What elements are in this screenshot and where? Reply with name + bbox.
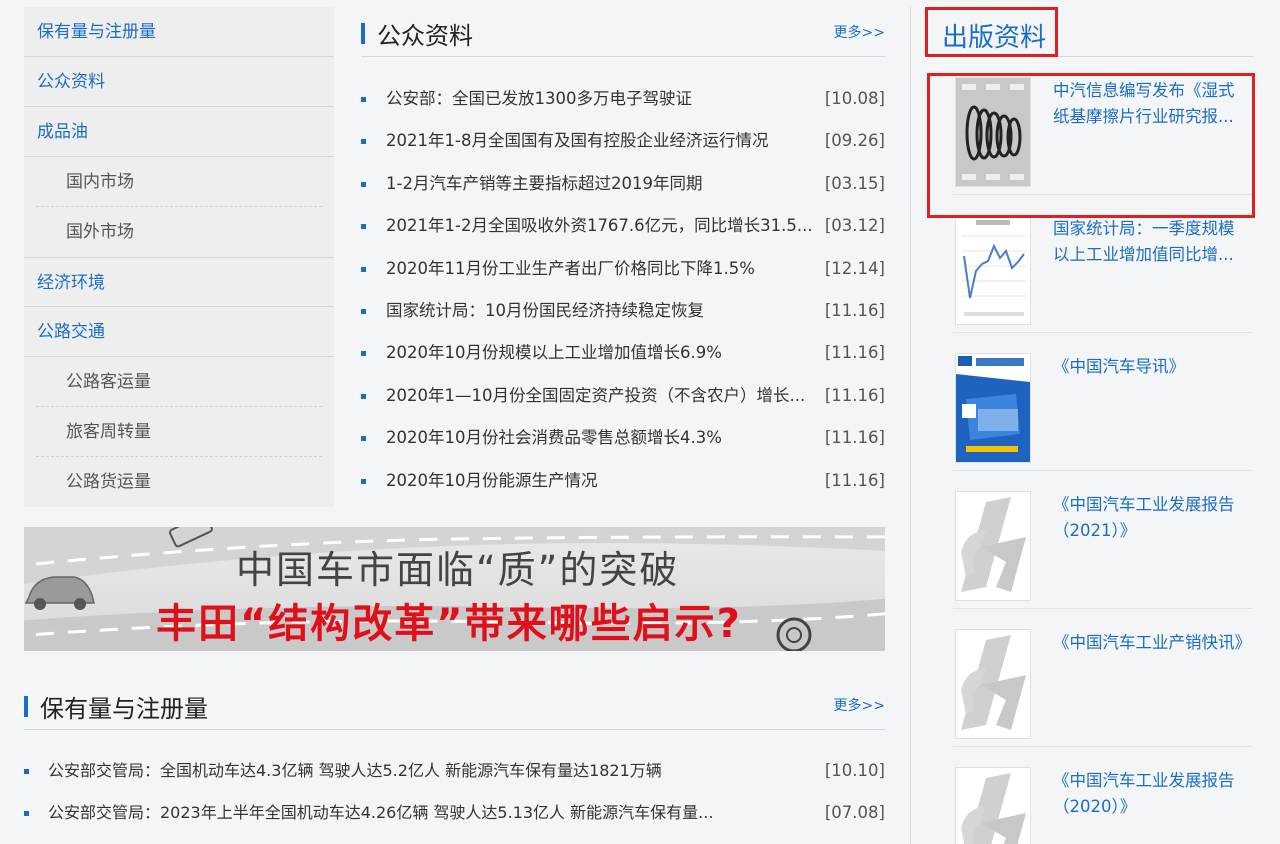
cm-logo-image[interactable]	[955, 629, 1031, 739]
news-title[interactable]: 2020年10月份规模以上工业增加值增长6.9%	[386, 332, 823, 374]
publication-title[interactable]: 《中国汽车导讯》	[1053, 354, 1247, 380]
publications-header: 出版资料	[925, 7, 1253, 57]
section-header: 保有量与注册量 更多>>	[24, 680, 885, 730]
news-title[interactable]: 2020年10月份能源生产情况	[386, 460, 823, 502]
promo-banner[interactable]: 中国车市面临“质”的突破 丰田“结构改革”带来哪些启示?	[24, 527, 885, 651]
sidebar-item-economy[interactable]: 经济环境	[24, 257, 334, 307]
publication-item[interactable]: 《中国汽车导讯》	[953, 333, 1253, 471]
news-title[interactable]: 2021年1-2月全国吸收外资1767.6亿元，同比增长31.5...	[386, 205, 823, 247]
news-item[interactable]: 公安部交管局：2023年上半年全国机动车达4.26亿辆 驾驶人达5.13亿人 新…	[24, 792, 885, 834]
bullet-icon	[361, 351, 366, 357]
news-title[interactable]: 2020年1—10月份全国固定资产投资（不含农户）增长...	[386, 375, 823, 417]
highlight-box	[927, 73, 1255, 218]
bullet-icon	[361, 266, 366, 272]
news-item[interactable]: 2020年1—10月份全国固定资产投资（不含农户）增长... [11.16]	[361, 375, 885, 417]
bullet-icon	[361, 478, 366, 484]
publication-title[interactable]: 《中国汽车工业产销快讯》	[1053, 630, 1247, 656]
news-title[interactable]: 公安部：全国已发放1300多万电子驾驶证	[386, 78, 823, 120]
publication-item[interactable]: 《中国汽车工业产销快讯》	[953, 609, 1253, 747]
news-item[interactable]: 2021年1-8月全国国有及国有控股企业经济运行情况 [09.26]	[361, 120, 885, 162]
sidebar-item-freight-volume[interactable]: 公路货运量	[36, 457, 322, 507]
bullet-icon	[361, 139, 366, 145]
bullet-icon	[361, 436, 366, 442]
sidebar-item-public-data[interactable]: 公众资料	[24, 57, 334, 107]
public-data-section: 公众资料 更多>> 公安部：全国已发放1300多万电子驾驶证 [10.08] 20…	[361, 7, 885, 502]
cm-logo-image[interactable]	[955, 767, 1031, 844]
sidebar-nav: 保有量与注册量 公众资料 成品油 国内市场 国外市场 经济环境 公路交通 公路客…	[24, 7, 334, 507]
sidebar-item-foreign-market[interactable]: 国外市场	[36, 207, 322, 257]
publication-title[interactable]: 《中国汽车工业发展报告（2021）》	[1053, 492, 1247, 544]
news-item[interactable]: 2020年10月份社会消费品零售总额增长4.3% [11.16]	[361, 417, 885, 459]
section-title: 公众资料	[377, 22, 473, 50]
registrations-section: 保有量与注册量 更多>> 公安部交管局：全国机动车达4.3亿辆 驾驶人达5.2亿…	[24, 680, 885, 834]
news-title[interactable]: 国家统计局：10月份国民经济持续稳定恢复	[386, 290, 823, 332]
more-link[interactable]: 更多>>	[834, 695, 885, 715]
publication-title[interactable]: 国家统计局：一季度规模以上工业增加值同比增...	[1053, 216, 1247, 268]
news-date: [11.16]	[824, 385, 885, 405]
line-chart-image[interactable]	[955, 215, 1031, 325]
news-date: [10.08]	[824, 89, 885, 108]
news-date: [03.12]	[824, 216, 885, 236]
column-divider	[910, 7, 911, 844]
section-title: 保有量与注册量	[40, 695, 208, 723]
magazine-cover-image[interactable]	[955, 353, 1031, 463]
news-date: [11.16]	[824, 470, 885, 490]
news-item[interactable]: 1-2月汽车产销等主要指标超过2019年同期 [03.15]	[361, 163, 885, 205]
bullet-icon	[361, 181, 366, 187]
news-title[interactable]: 2021年1-8月全国国有及国有控股企业经济运行情况	[386, 120, 823, 162]
more-link[interactable]: 更多>>	[834, 22, 885, 42]
news-date: [03.15]	[824, 173, 885, 193]
news-title[interactable]: 公安部交管局：2023年上半年全国机动车达4.26亿辆 驾驶人达5.13亿人 新…	[48, 792, 823, 834]
news-item[interactable]: 2021年1-2月全国吸收外资1767.6亿元，同比增长31.5... [03.1…	[361, 205, 885, 247]
news-list: 公安部交管局：全国机动车达4.3亿辆 驾驶人达5.2亿人 新能源汽车保有量达18…	[24, 750, 885, 834]
news-date: [07.08]	[824, 803, 885, 822]
banner-subheadline: 丰田“结构改革”带来哪些启示?	[156, 601, 742, 647]
sidebar-item-registrations[interactable]: 保有量与注册量	[24, 7, 334, 57]
sidebar-item-domestic-market[interactable]: 国内市场	[36, 157, 322, 207]
publication-item[interactable]: 《中国汽车工业发展报告（2020）》	[953, 747, 1253, 844]
news-list: 公安部：全国已发放1300多万电子驾驶证 [10.08] 2021年1-8月全国国…	[361, 78, 885, 502]
bullet-icon	[361, 308, 366, 314]
news-title[interactable]: 1-2月汽车产销等主要指标超过2019年同期	[386, 163, 823, 205]
bullet-icon	[24, 769, 29, 774]
publications-title: 出版资料	[942, 23, 1047, 53]
news-date: [11.16]	[824, 300, 885, 320]
banner-headline: 中国车市面临“质”的突破	[236, 548, 680, 592]
publication-item[interactable]: 《中国汽车工业发展报告（2021）》	[953, 471, 1253, 609]
section-bar-decoration	[24, 696, 28, 717]
bullet-icon	[361, 97, 366, 102]
news-item[interactable]: 公安部交管局：全国机动车达4.3亿辆 驾驶人达5.2亿人 新能源汽车保有量达18…	[24, 750, 885, 792]
news-date: [11.16]	[824, 428, 885, 448]
sidebar-item-passenger-turnover[interactable]: 旅客周转量	[36, 407, 322, 457]
publication-title[interactable]: 《中国汽车工业发展报告（2020）》	[1053, 768, 1247, 820]
sidebar-item-passenger-volume[interactable]: 公路客运量	[36, 357, 322, 407]
sidebar-item-refined-oil[interactable]: 成品油	[24, 107, 334, 157]
section-bar-decoration	[361, 23, 365, 44]
news-date: [11.16]	[824, 343, 885, 363]
news-item[interactable]: 2020年10月份规模以上工业增加值增长6.9% [11.16]	[361, 332, 885, 374]
bullet-icon	[24, 811, 29, 816]
cm-logo-image[interactable]	[955, 491, 1031, 601]
news-date: [10.10]	[824, 761, 885, 780]
news-title[interactable]: 公安部交管局：全国机动车达4.3亿辆 驾驶人达5.2亿人 新能源汽车保有量达18…	[48, 750, 823, 792]
news-item[interactable]: 2020年11月份工业生产者出厂价格同比下降1.5% [12.14]	[361, 248, 885, 290]
news-item[interactable]: 2020年10月份能源生产情况 [11.16]	[361, 460, 885, 502]
section-header: 公众资料 更多>>	[361, 7, 885, 57]
bullet-icon	[361, 224, 366, 230]
news-title[interactable]: 2020年11月份工业生产者出厂价格同比下降1.5%	[386, 248, 823, 290]
news-date: [09.26]	[824, 131, 885, 151]
bullet-icon	[361, 393, 366, 399]
sidebar-item-road-traffic[interactable]: 公路交通	[24, 307, 334, 357]
news-item[interactable]: 国家统计局：10月份国民经济持续稳定恢复 [11.16]	[361, 290, 885, 332]
news-item[interactable]: 公安部：全国已发放1300多万电子驾驶证 [10.08]	[361, 78, 885, 120]
news-title[interactable]: 2020年10月份社会消费品零售总额增长4.3%	[386, 417, 823, 459]
news-date: [12.14]	[824, 258, 885, 278]
